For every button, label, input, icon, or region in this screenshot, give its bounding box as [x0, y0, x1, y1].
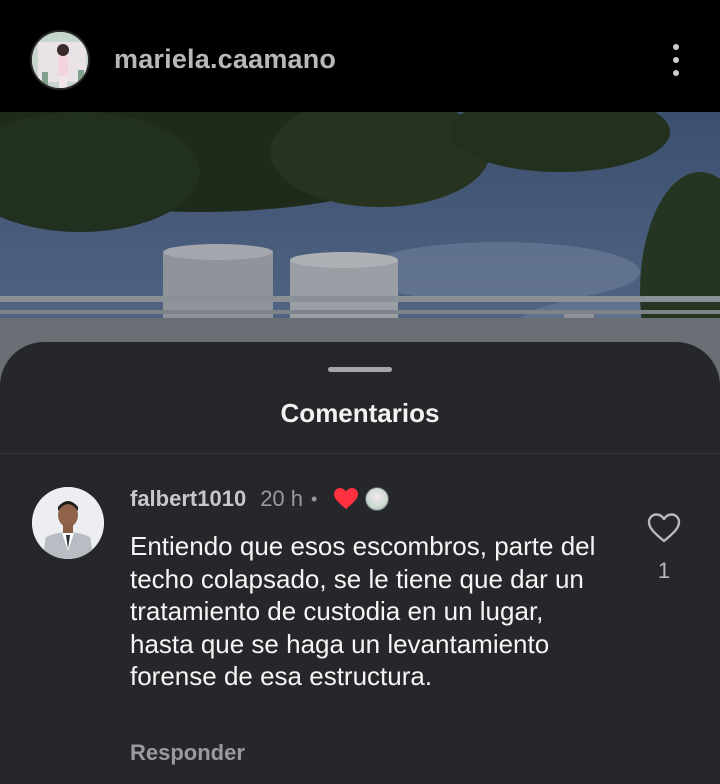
comments-sheet: Comentarios falbert1010 20 h • Entiendo … [0, 342, 720, 784]
comment-text: Entiendo que esos escombros, parte del t… [130, 531, 596, 691]
author-avatar[interactable] [30, 30, 90, 90]
commenter-username[interactable]: falbert1010 [130, 486, 246, 512]
comment-timestamp: 20 h [260, 486, 304, 511]
comment-header: falbert1010 20 h • [130, 484, 390, 514]
reply-button[interactable]: Responder [130, 740, 245, 766]
author-mini-avatar [365, 487, 390, 511]
comment-item: falbert1010 20 h • Entiendo que esos esc… [0, 454, 720, 784]
like-count: 1 [657, 558, 671, 583]
separator-dot: • [311, 488, 318, 509]
more-vertical-icon[interactable] [660, 40, 692, 80]
author-username[interactable]: mariela.caamano [114, 44, 336, 75]
comments-screen: mariela.caamano Comentarios falbert1010 … [0, 0, 720, 784]
heart-outline-icon[interactable] [647, 512, 681, 544]
author-liked-heart-icon [333, 487, 359, 511]
sheet-title: Comentarios [280, 398, 440, 428]
post-header: mariela.caamano [0, 0, 720, 112]
commenter-avatar[interactable] [32, 487, 104, 559]
drag-handle[interactable] [328, 367, 392, 372]
